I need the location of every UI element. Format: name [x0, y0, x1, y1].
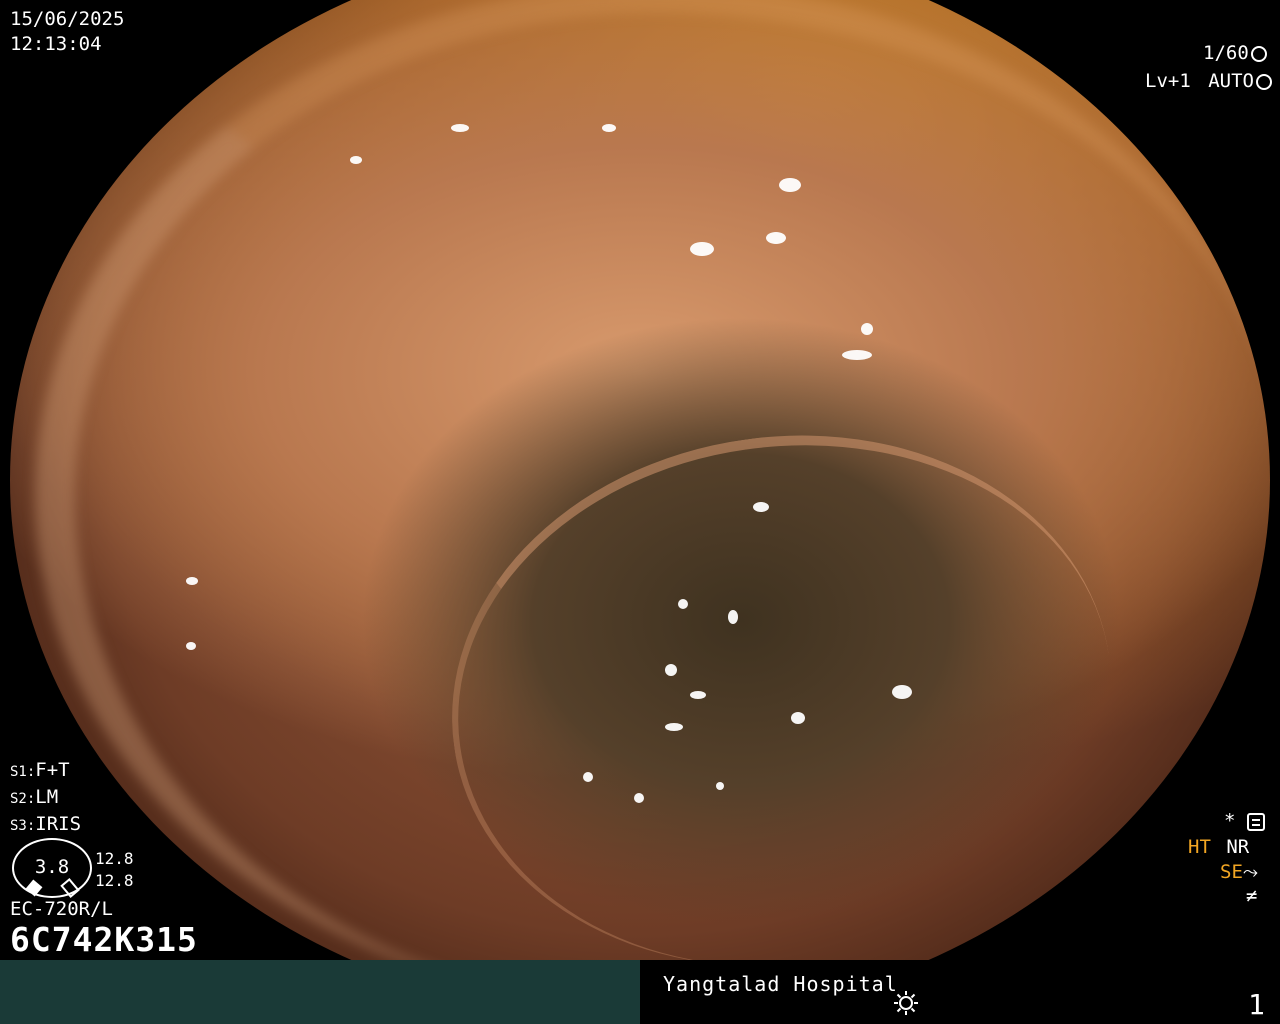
- endoscopy-screen: 15/06/2025 12:13:04 1/60 Lv+1 AUTO S1:F+…: [0, 0, 1280, 1024]
- se-indicator: SE: [1220, 861, 1243, 883]
- bottom-bar-left: [0, 960, 640, 1024]
- sun-icon: [894, 991, 918, 1015]
- setting-s1: S1:F+T: [10, 759, 70, 781]
- status-star-row: *: [1224, 810, 1265, 832]
- shutter-speed: 1/60: [1203, 42, 1249, 64]
- zoom-upper: 12.8: [95, 849, 134, 868]
- status-ht-nr-row: HT NR: [1188, 836, 1249, 858]
- light-reflection: [728, 609, 739, 624]
- exposure-indicator: Lv+1 AUTO: [1145, 70, 1272, 92]
- zoom-value: 3.8: [34, 856, 70, 878]
- light-reflection: [583, 771, 594, 782]
- scope-model: EC-720R/L: [10, 898, 113, 920]
- light-reflection: [665, 663, 678, 676]
- exam-time: 12:13:04: [10, 33, 102, 55]
- exposure-mode: AUTO: [1208, 70, 1254, 92]
- ht-indicator: HT: [1188, 836, 1211, 858]
- nr-indicator: NR: [1226, 836, 1250, 858]
- zoom-gauge: 3.8: [12, 838, 92, 898]
- hospital-name: Yangtalad Hospital: [663, 972, 898, 996]
- light-reflection: [860, 323, 873, 336]
- light-reflection: [451, 123, 469, 132]
- light-reflection: [778, 177, 801, 192]
- light-reflection: [766, 231, 786, 244]
- iris-icon: [1255, 73, 1272, 90]
- image-number: 1: [1248, 988, 1265, 1021]
- star-marker: *: [1224, 810, 1236, 832]
- gauge-marker-icon: [25, 879, 43, 897]
- switch-settings: S1:F+T S2:LM S3:IRIS: [10, 758, 81, 839]
- light-reflection: [677, 598, 688, 609]
- light-reflection: [690, 690, 707, 699]
- setting-s2: S2:LM: [10, 786, 59, 808]
- exam-date: 15/06/2025: [10, 8, 125, 30]
- setting-s3: S3:IRIS: [10, 813, 82, 835]
- enhance-curve-icon: ⤳: [1242, 861, 1259, 883]
- status-se-row: SE⤳: [1220, 861, 1258, 883]
- light-reflection: [602, 123, 617, 132]
- light-level: Lv+1: [1145, 70, 1191, 92]
- aperture-icon: [1250, 45, 1267, 62]
- light-reflection: [715, 782, 724, 791]
- not-equal-icon: ≠: [1246, 885, 1258, 907]
- light-reflection: [633, 793, 644, 804]
- light-reflection: [753, 501, 770, 512]
- zoom-lower: 12.8: [95, 871, 134, 890]
- endoscope-view: [10, 0, 1270, 1020]
- gauge-marker-icon: [60, 878, 80, 898]
- settings-panel-icon: [1246, 812, 1265, 831]
- shutter-indicator: 1/60: [1203, 42, 1267, 64]
- scope-serial: 6C742K315: [10, 920, 198, 959]
